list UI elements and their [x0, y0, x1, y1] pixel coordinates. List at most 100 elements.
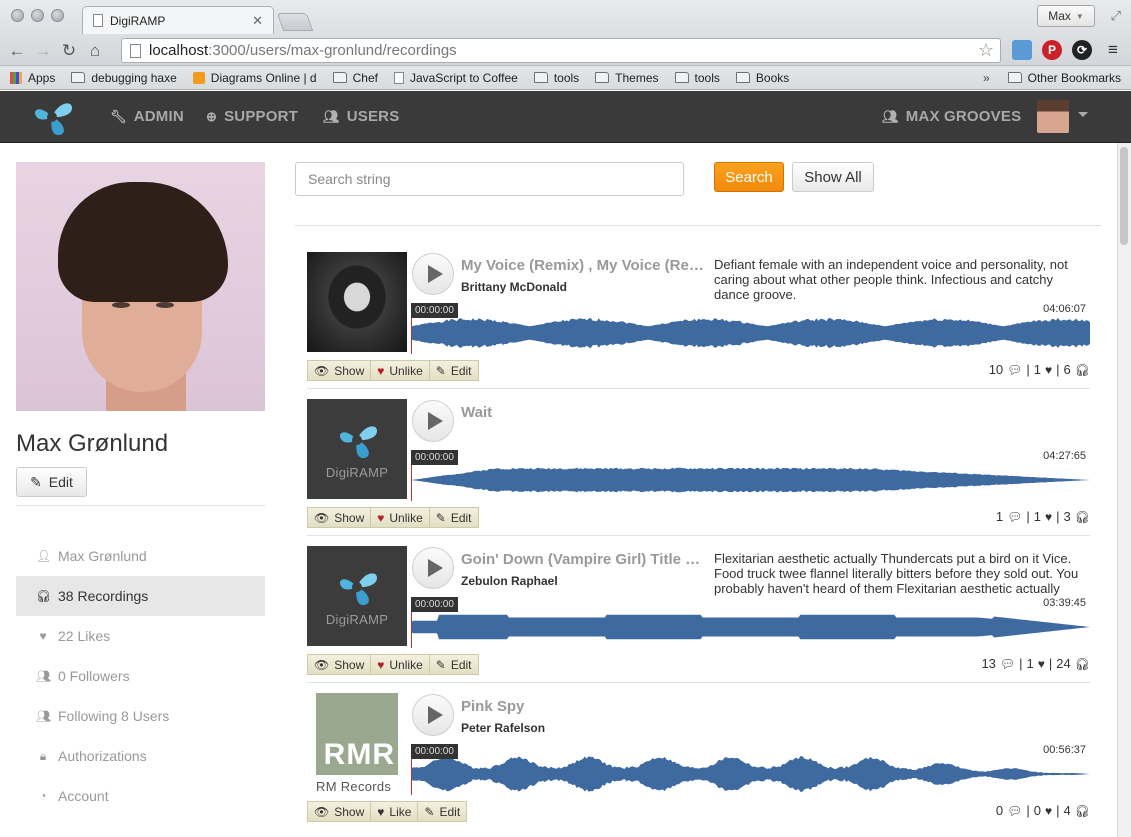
browser-tab[interactable]: DigiRAMP ✕	[82, 6, 274, 34]
recording-artist[interactable]: Peter Rafelson	[461, 721, 545, 735]
minimize-window-button[interactable]	[31, 9, 44, 22]
sidebar-item-account[interactable]: ◔ Account	[16, 776, 265, 816]
new-tab-button[interactable]	[276, 13, 314, 31]
scrollbar-thumb[interactable]	[1120, 147, 1128, 245]
cover-image[interactable]	[307, 252, 407, 352]
nav-account[interactable]: 👥︎ MAX GROOVES	[882, 108, 1021, 125]
comment-count: 10	[988, 362, 1004, 377]
eye-icon: 👁︎	[314, 510, 330, 525]
eye-icon: 👁︎	[314, 804, 330, 819]
users-icon: 👥︎	[323, 108, 340, 124]
bookmark-folder[interactable]: debugging haxe	[63, 71, 184, 85]
waveform[interactable]	[411, 753, 1090, 795]
browser-toolbar: ← → ↻ ⌂ localhost :3000/users/max-gronlu…	[0, 36, 1131, 66]
bookmark-folder[interactable]: tools	[526, 71, 587, 85]
eye-icon: 👁︎	[314, 363, 330, 378]
address-bar[interactable]: localhost :3000/users/max-gronlund/recor…	[121, 38, 1001, 63]
sidebar-item-likes[interactable]: ♥ 22 Likes	[16, 616, 265, 656]
waveform[interactable]	[411, 606, 1090, 648]
nav-users[interactable]: 👥︎ USERS	[323, 108, 399, 125]
nav-admin[interactable]: 🔧︎ ADMIN	[110, 108, 184, 125]
edit-button[interactable]: ✎ Edit	[428, 360, 479, 381]
edit-button[interactable]: ✎ Edit	[428, 654, 479, 675]
edit-button[interactable]: ✎ Edit	[417, 801, 468, 822]
recording-title[interactable]: My Voice (Remix) , My Voice (Remix)	[461, 257, 705, 274]
bookmark-folder[interactable]: Themes	[587, 71, 666, 85]
divider	[307, 388, 1090, 389]
show-all-button[interactable]: Show All	[792, 162, 874, 192]
play-button[interactable]	[412, 400, 454, 442]
reload-icon[interactable]: ↻	[56, 41, 82, 61]
back-arrow-icon[interactable]: ←	[4, 41, 30, 61]
recording-artist[interactable]: Brittany McDonald	[461, 280, 567, 294]
scrollbar-track[interactable]	[1117, 143, 1131, 837]
forward-arrow-icon[interactable]: →	[30, 41, 56, 61]
user-avatar[interactable]	[1037, 100, 1069, 133]
profile-button[interactable]: Max ▼	[1037, 5, 1095, 27]
play-icon	[427, 412, 443, 430]
sidebar-item-profile[interactable]: 👤︎ Max Grønlund	[16, 536, 265, 576]
user-icon: 👤︎	[36, 549, 52, 563]
play-button[interactable]	[412, 253, 454, 295]
fullscreen-icon[interactable]: ⤢	[1111, 8, 1121, 24]
search-input[interactable]	[295, 162, 684, 196]
playback-position: 00:00:00	[411, 744, 458, 759]
folder-icon	[674, 72, 689, 83]
bookmark-other[interactable]: Other Bookmarks	[1000, 71, 1131, 85]
zoom-window-button[interactable]	[51, 9, 64, 22]
show-button[interactable]: 👁︎ Show	[307, 654, 372, 675]
divider	[307, 535, 1090, 536]
pinterest-icon[interactable]: P	[1042, 40, 1062, 60]
bookmark-folder[interactable]: Books	[728, 71, 797, 85]
home-icon[interactable]: ⌂	[82, 41, 108, 61]
unlike-button[interactable]: ♥ Unlike	[370, 654, 430, 675]
recording-description: Defiant female with an independent voice…	[714, 257, 1068, 302]
menu-icon[interactable]: ≡	[1103, 40, 1123, 60]
comments-icon: 💬︎	[1007, 362, 1023, 377]
show-button[interactable]: 👁︎ Show	[307, 801, 372, 822]
cover-image[interactable]: RMR	[316, 693, 398, 775]
unlike-button[interactable]: ♥ Unlike	[370, 507, 430, 528]
recording-artist[interactable]: Zebulon Raphael	[461, 574, 558, 588]
headphones-icon: 🎧︎	[1074, 362, 1090, 377]
sidebar-item-recordings[interactable]: 🎧︎ 38 Recordings	[16, 576, 265, 616]
unlike-button[interactable]: ♥ Unlike	[370, 360, 430, 381]
play-button[interactable]	[412, 694, 454, 736]
close-tab-icon[interactable]: ✕	[252, 13, 263, 29]
recording-title[interactable]: Wait	[461, 404, 705, 421]
digiramp-logo[interactable]	[28, 96, 76, 138]
bookmark-folder[interactable]: Chef	[325, 71, 386, 85]
like-button[interactable]: ♥ Like	[370, 801, 419, 822]
recording-title[interactable]: Pink Spy	[461, 698, 705, 715]
cast-extension-icon[interactable]	[1012, 40, 1032, 60]
divider	[307, 682, 1090, 683]
edit-profile-button[interactable]: ✎ Edit	[16, 467, 87, 497]
bookmark-link[interactable]: JavaScript to Coffee	[386, 71, 526, 85]
cover-image[interactable]: DigiRAMP	[307, 399, 407, 499]
show-button[interactable]: 👁︎ Show	[307, 507, 372, 528]
bookmark-link[interactable]: Diagrams Online | d	[185, 71, 325, 85]
recording-title[interactable]: Goin' Down (Vampire Girl) Title Track	[461, 551, 705, 568]
bookmark-folder[interactable]: tools	[667, 71, 728, 85]
search-button[interactable]: Search	[714, 162, 784, 192]
heart-icon: ♥	[1045, 509, 1053, 524]
nav-support[interactable]: ⊕ SUPPORT	[206, 108, 298, 125]
edit-button[interactable]: ✎ Edit	[428, 507, 479, 528]
waveform[interactable]	[411, 312, 1090, 354]
sidebar-item-authorizations[interactable]: 🔒︎ Authorizations	[16, 736, 265, 776]
bookmark-apps[interactable]: Apps	[0, 71, 63, 85]
recording-description: Flexitarian aesthetic actually Thunderca…	[714, 551, 1079, 596]
sidebar-item-following[interactable]: 👥︎ Following 8 Users	[16, 696, 265, 736]
chevron-down-icon[interactable]	[1078, 112, 1088, 117]
sync-extension-icon[interactable]: ⟳	[1072, 40, 1092, 60]
cover-image[interactable]: DigiRAMP	[307, 546, 407, 646]
more-bookmarks-icon[interactable]: »	[983, 71, 990, 85]
play-button[interactable]	[412, 547, 454, 589]
sidebar-item-followers[interactable]: 👥︎ 0 Followers	[16, 656, 265, 696]
cover-brand: DigiRAMP	[325, 611, 389, 627]
folder-icon	[332, 72, 347, 83]
waveform[interactable]	[411, 459, 1090, 501]
show-button[interactable]: 👁︎ Show	[307, 360, 372, 381]
bookmark-star-icon[interactable]: ☆	[978, 40, 994, 61]
close-window-button[interactable]	[11, 9, 24, 22]
